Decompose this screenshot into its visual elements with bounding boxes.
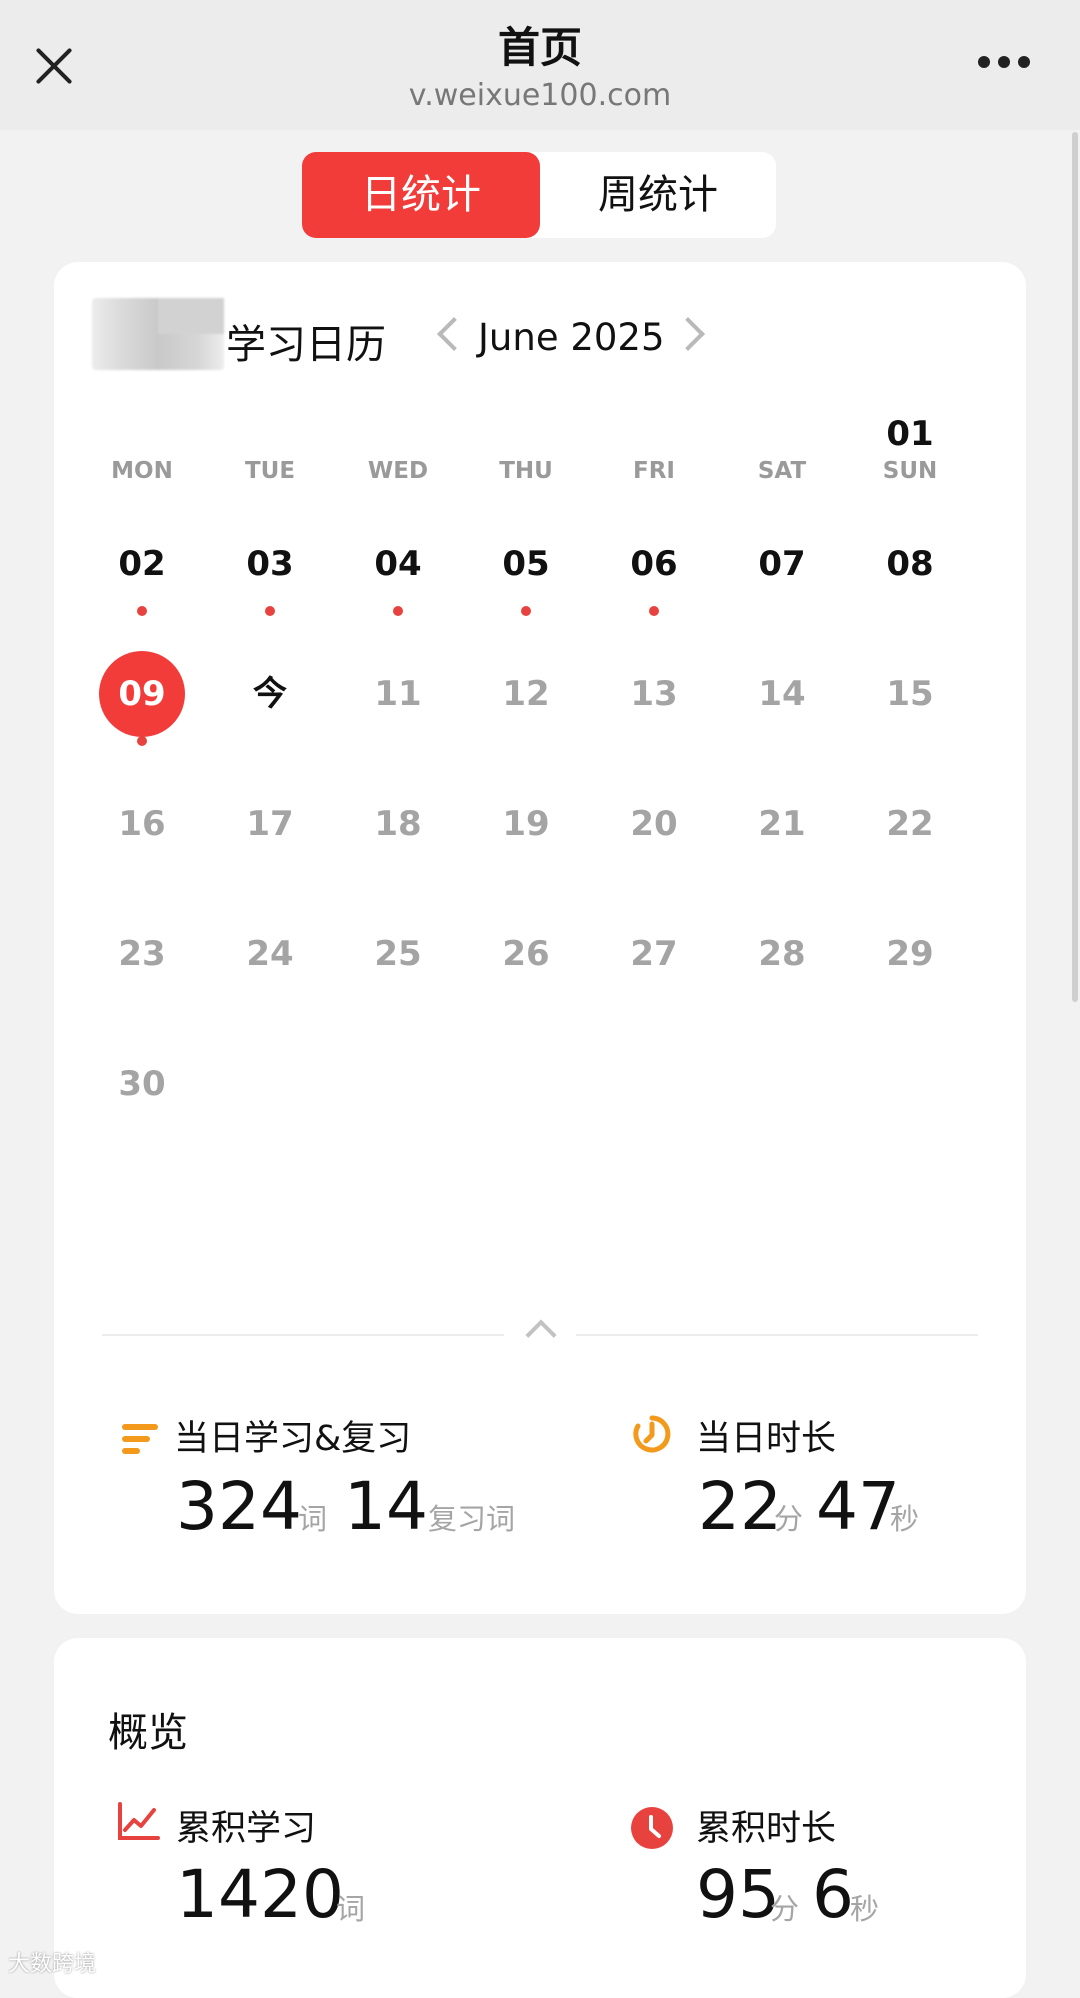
page-title: 首页 (497, 23, 582, 72)
calendar-day[interactable]: 04 (348, 534, 448, 594)
scrollbar[interactable] (1072, 132, 1078, 1002)
more-icon[interactable] (978, 56, 1032, 70)
daily-review-unit: 复习词 (428, 1502, 516, 1536)
daily-seconds-value: 47 (816, 1468, 900, 1545)
calendar-day[interactable]: 01 (860, 404, 960, 464)
study-dot (649, 606, 659, 616)
total-study-unit: 词 (336, 1892, 366, 1926)
daily-seconds-unit: 秒 (890, 1502, 920, 1536)
total-minutes-unit: 分 (770, 1892, 800, 1926)
tab-weekly[interactable]: 周统计 (540, 152, 776, 238)
weekday-label: FRI (633, 458, 675, 484)
divider (576, 1334, 978, 1336)
study-dot (137, 606, 147, 616)
calendar-day[interactable]: 16 (92, 794, 192, 854)
study-dot (137, 736, 147, 746)
daily-duration-label: 当日时长 (696, 1419, 837, 1459)
calendar-day-selected[interactable]: 09 (92, 664, 192, 724)
chevron-right-icon[interactable] (671, 317, 705, 351)
study-dot (265, 606, 275, 616)
calendar-day[interactable]: 22 (860, 794, 960, 854)
study-dot (393, 606, 403, 616)
weekday-label: THU (499, 458, 553, 484)
calendar-day[interactable]: 07 (732, 534, 832, 594)
calendar-day[interactable]: 17 (220, 794, 320, 854)
total-study-label: 累积学习 (176, 1809, 317, 1849)
top-bar: 首页 v.weixue100.com (0, 0, 1080, 130)
calendar-card: 学习日历 June 2025 MON TUE WED THU FRI SAT SUN 01 0… (54, 262, 1026, 1614)
calendar-day[interactable]: 26 (476, 924, 576, 984)
calendar-day[interactable]: 08 (860, 534, 960, 594)
calendar-day[interactable]: 25 (348, 924, 448, 984)
study-dot (521, 606, 531, 616)
calendar-day[interactable]: 23 (92, 924, 192, 984)
total-study-value: 1420 (176, 1856, 344, 1933)
total-duration-label: 累积时长 (696, 1809, 837, 1849)
total-seconds-value: 6 (812, 1856, 854, 1933)
calendar-day[interactable]: 19 (476, 794, 576, 854)
divider (102, 1334, 504, 1336)
timer-icon (633, 1415, 671, 1453)
calendar-day[interactable]: 18 (348, 794, 448, 854)
daily-study-label: 当日学习&复习 (174, 1419, 412, 1459)
trend-chart-icon (118, 1802, 160, 1840)
stats-tabs: 日统计 周统计 (302, 152, 776, 238)
daily-minutes-unit: 分 (774, 1502, 804, 1536)
clock-icon (631, 1807, 673, 1849)
weekday-label: TUE (244, 458, 296, 484)
daily-review-value: 14 (344, 1468, 428, 1545)
total-minutes-value: 95 (696, 1856, 780, 1933)
blurred-avatar (92, 298, 224, 370)
page-url: v.weixue100.com (408, 78, 672, 113)
overview-card: 概览 累积学习 1420 词 累积时长 95 分 6 秒 (54, 1638, 1026, 1998)
calendar-day[interactable]: 03 (220, 534, 320, 594)
month-label: June 2025 (478, 316, 665, 359)
daily-words-value: 324 (176, 1468, 302, 1545)
calendar-day[interactable]: 21 (732, 794, 832, 854)
total-seconds-unit: 秒 (850, 1892, 880, 1926)
calendar-title: 学习日历 (226, 322, 386, 368)
calendar-day[interactable]: 15 (860, 664, 960, 724)
daily-minutes-value: 22 (698, 1468, 782, 1545)
calendar-day[interactable]: 29 (860, 924, 960, 984)
calendar-day[interactable]: 06 (604, 534, 704, 594)
tab-daily[interactable]: 日统计 (302, 152, 540, 238)
chevron-up-icon[interactable] (525, 1319, 557, 1351)
daily-words-unit: 词 (298, 1502, 328, 1536)
calendar-day[interactable]: 27 (604, 924, 704, 984)
calendar-day[interactable]: 11 (348, 664, 448, 724)
calendar-day[interactable]: 14 (732, 664, 832, 724)
chevron-left-icon[interactable] (437, 317, 471, 351)
weekday-label: WED (367, 458, 429, 484)
weekday-label: SAT (757, 458, 807, 484)
calendar-day[interactable]: 12 (476, 664, 576, 724)
calendar-day[interactable]: 05 (476, 534, 576, 594)
weekday-label: MON (111, 458, 173, 484)
calendar-day[interactable]: 20 (604, 794, 704, 854)
calendar-day[interactable]: 13 (604, 664, 704, 724)
calendar-day[interactable]: 24 (220, 924, 320, 984)
calendar-day[interactable]: 02 (92, 534, 192, 594)
bars-icon (122, 1422, 160, 1456)
calendar-day[interactable]: 28 (732, 924, 832, 984)
overview-title: 概览 (108, 1710, 188, 1756)
calendar-day[interactable]: 30 (92, 1054, 192, 1114)
watermark: 大数跨境 (8, 1952, 97, 1977)
calendar-day-today[interactable]: 今 (220, 664, 320, 724)
